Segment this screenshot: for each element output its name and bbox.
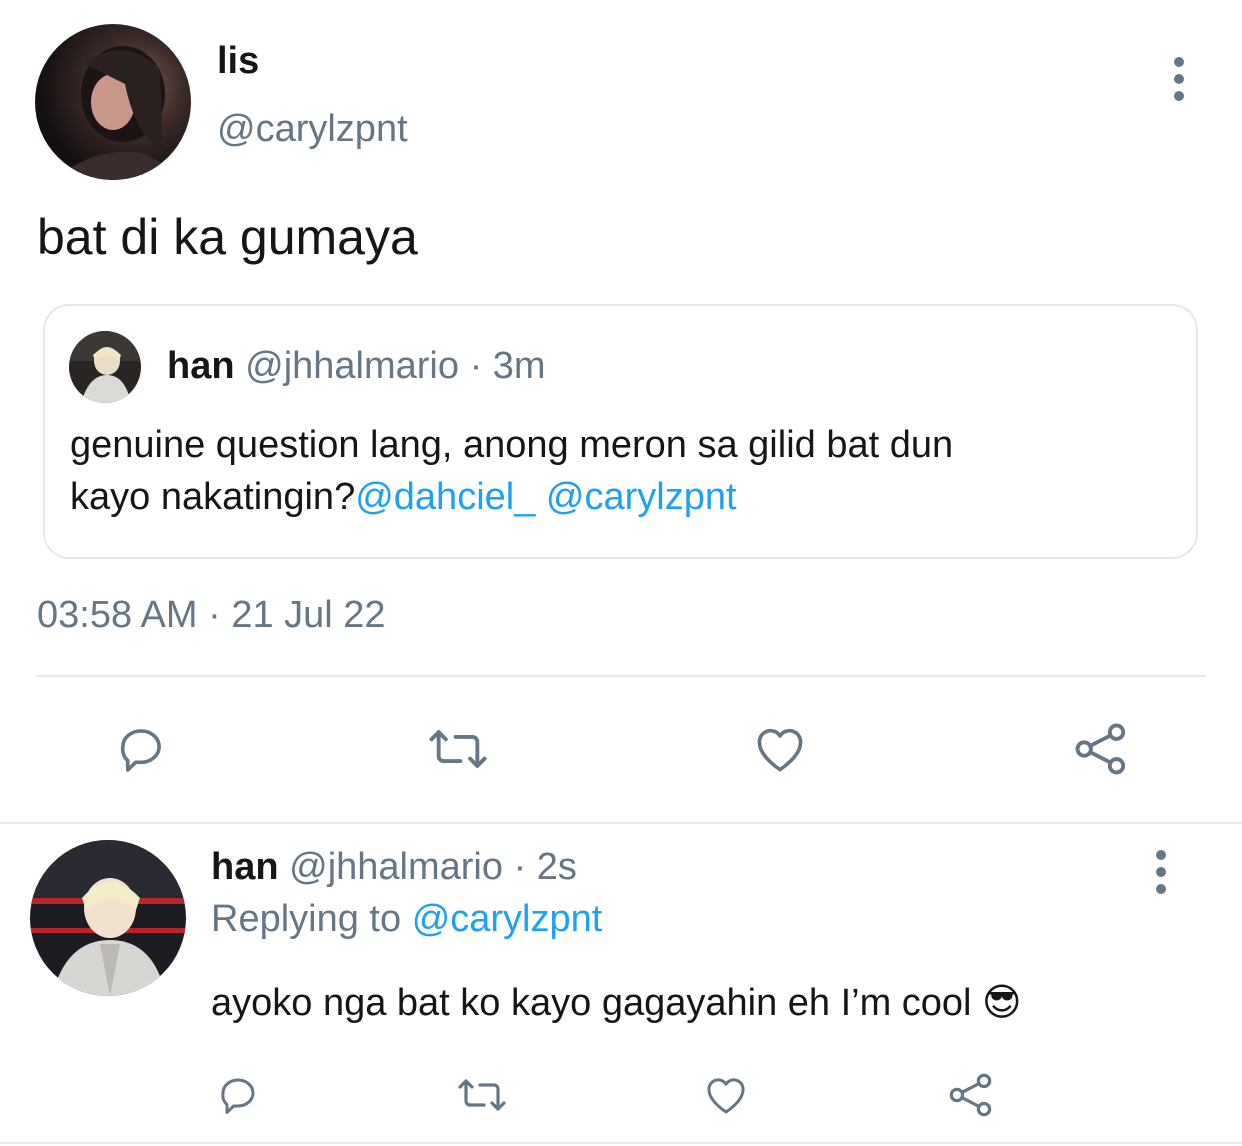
- quoted-tweet-text-line1: genuine question lang, anong meron sa gi…: [70, 424, 954, 466]
- avatar-portrait: [30, 840, 186, 996]
- comment-icon[interactable]: [214, 1071, 262, 1119]
- quoted-tweet-header: han @jhhalmario · 3m: [167, 345, 546, 388]
- quoted-tweet-avatar: [69, 331, 141, 403]
- reply-tweet-handle[interactable]: @jhhalmario: [289, 846, 503, 888]
- reply-tweet-text: ayoko nga bat ko kayo gagayahin eh I’m c…: [211, 982, 1022, 1024]
- avatar-portrait: [55, 46, 191, 180]
- main-tweet-handle[interactable]: @carylzpnt: [217, 108, 408, 151]
- main-tweet-avatar[interactable]: [35, 24, 191, 180]
- reply-tweet-avatar[interactable]: [30, 840, 186, 996]
- quoted-tweet-text-line2: kayo nakatingin?: [70, 476, 356, 518]
- quoted-tweet-time: · 3m: [469, 345, 546, 387]
- quoted-tweet-display-name[interactable]: han: [167, 345, 235, 387]
- replying-to-label: Replying to: [211, 898, 402, 940]
- replying-to-handle[interactable]: @carylzpnt: [412, 898, 603, 940]
- quoted-tweet-card[interactable]: han @jhhalmario · 3m genuine question la…: [43, 304, 1198, 559]
- divider: [0, 822, 1242, 824]
- quoted-tweet-text: genuine question lang, anong meron sa gi…: [70, 419, 953, 523]
- heart-icon[interactable]: [750, 720, 810, 778]
- avatar-portrait: [69, 331, 141, 403]
- reply-tweet-display-name[interactable]: han: [211, 846, 279, 888]
- divider: [36, 675, 1206, 677]
- main-tweet-timestamp: 03:58 AM · 21 Jul 22: [37, 594, 386, 636]
- divider: [0, 1142, 1242, 1144]
- quoted-tweet-handle[interactable]: @jhhalmario: [245, 345, 459, 387]
- retweet-icon[interactable]: [424, 720, 492, 778]
- retweet-icon[interactable]: [453, 1071, 511, 1119]
- share-icon[interactable]: [1070, 718, 1132, 780]
- share-icon[interactable]: [945, 1069, 997, 1121]
- main-tweet-display-name[interactable]: lis: [217, 40, 259, 83]
- more-vertical-icon[interactable]: [1156, 850, 1166, 901]
- reply-tweet-time: · 2s: [513, 846, 577, 888]
- mention-link[interactable]: @dahciel_: [355, 476, 535, 518]
- main-tweet-text: bat di ka gumaya: [37, 209, 418, 265]
- more-vertical-icon[interactable]: [1174, 57, 1184, 108]
- mention-link[interactable]: @carylzpnt: [546, 476, 737, 518]
- reply-tweet-header: han @jhhalmario · 2s: [211, 846, 577, 889]
- replying-to: Replying to @carylzpnt: [211, 898, 602, 941]
- comment-icon[interactable]: [112, 720, 170, 778]
- heart-icon[interactable]: [701, 1071, 751, 1119]
